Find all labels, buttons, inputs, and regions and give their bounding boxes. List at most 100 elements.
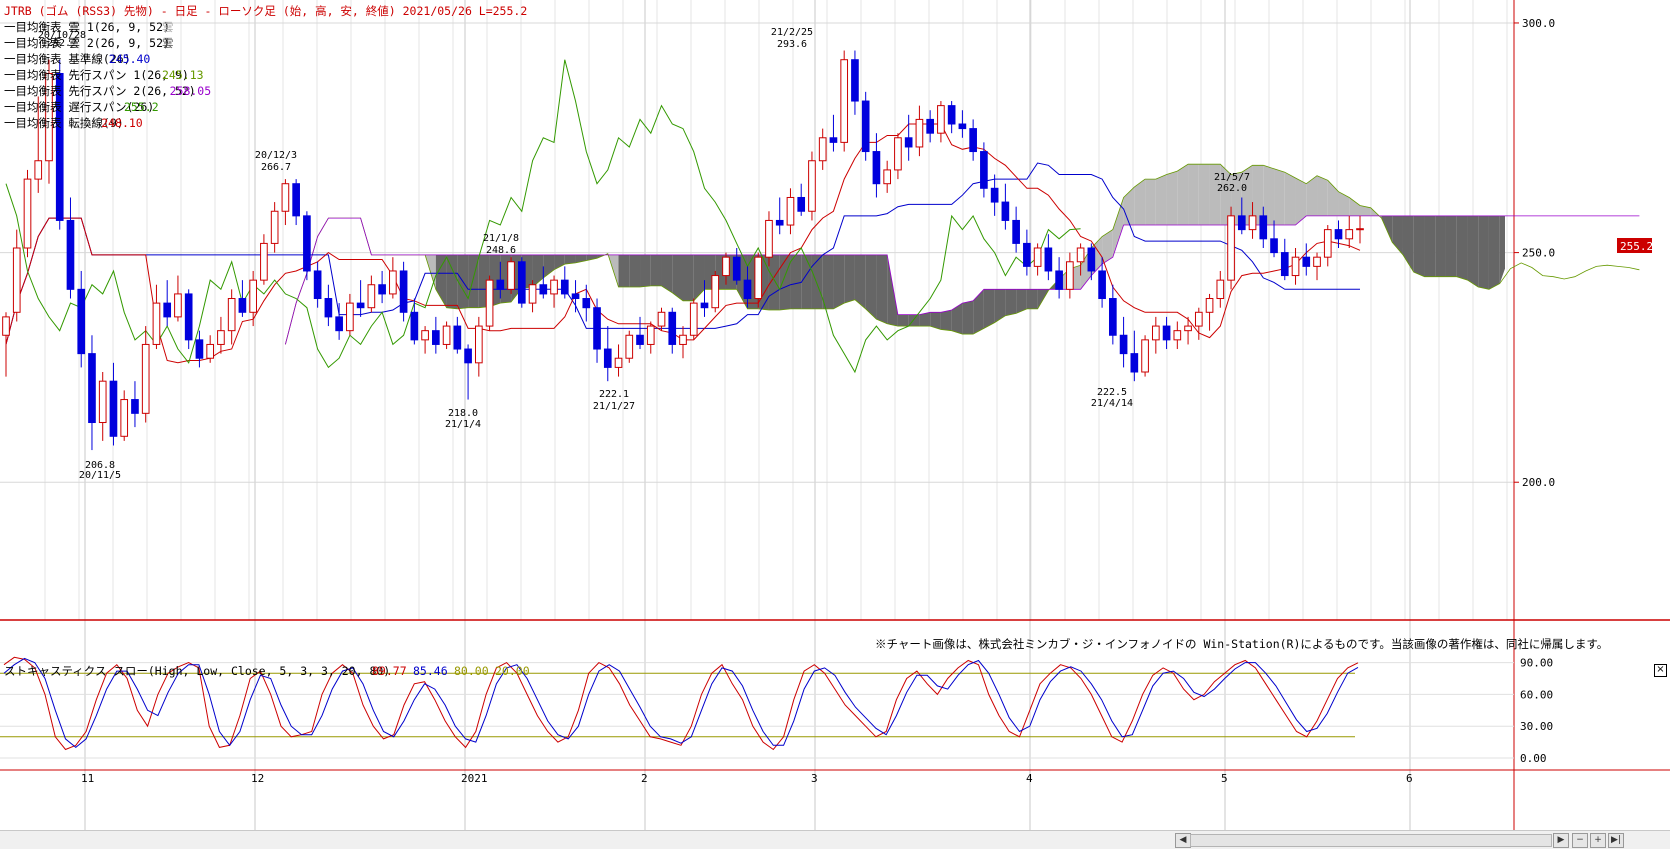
annotation-label: 293.6 (777, 39, 807, 50)
legend-item-value: 258.05 (170, 84, 212, 98)
candle-down (399, 270, 408, 313)
cloud-segment-bullish (1166, 171, 1178, 226)
candle-down (636, 334, 644, 345)
annotation-label: 20/11/5 (79, 470, 121, 481)
stochastic-close-button[interactable]: × (1654, 664, 1667, 677)
annotation-label: 20/12/3 (255, 150, 297, 161)
candle-down (66, 219, 75, 290)
candle-up (1194, 311, 1203, 327)
time-tick-label: 2021 (461, 772, 488, 785)
candle-down (775, 219, 784, 226)
candle-down (700, 302, 709, 309)
candle-down (926, 118, 934, 134)
candle-up (840, 59, 849, 143)
annotation-label: 218.0 (448, 408, 478, 419)
stochastic-label: ストキャスティクス スロー(High, Low, Close, 5, 3, 3,… (4, 664, 390, 678)
zoom-out-icon[interactable]: − (1572, 833, 1588, 848)
candle-down (593, 307, 601, 350)
legend-item-value: 248.10 (101, 116, 143, 130)
candle-up (34, 160, 43, 180)
candle-down (1280, 252, 1289, 277)
scroll-left-icon[interactable]: ◀ (1175, 833, 1191, 848)
annotation-label: 21/5/7 (1214, 172, 1250, 183)
candle-down (1130, 353, 1139, 373)
candle-down (958, 123, 967, 130)
candle-up (657, 311, 666, 327)
scroll-right-icon[interactable]: ▶ (1553, 833, 1569, 848)
cloud-segment-bearish (897, 314, 909, 327)
legend-item-label: 一目均衡表 雲 2(26, 9, 52) (4, 36, 170, 50)
candle-down (743, 279, 752, 300)
scroll-end-icon[interactable]: ▶| (1608, 833, 1624, 848)
cloud-segment-bearish (790, 254, 802, 309)
cloud-segment-bearish (779, 254, 791, 310)
cloud-segment-bearish (1456, 215, 1468, 281)
candle-down (464, 348, 472, 364)
legend-item-value: 雲 (162, 20, 174, 34)
stochastic-lower-value: 20.00 (495, 664, 530, 678)
candle-down (1162, 325, 1171, 341)
cloud-segment-bearish (1445, 215, 1457, 277)
candle-down (1055, 270, 1063, 290)
candle-down (335, 316, 343, 332)
candle-down (313, 270, 322, 300)
candle-up (507, 261, 515, 290)
candle-up (23, 178, 32, 249)
candle-down (195, 339, 204, 359)
candle-up (120, 399, 129, 437)
cloud-segment-bearish (811, 254, 823, 309)
candle-down (603, 348, 612, 368)
cloud-segment-bullish (1177, 164, 1189, 226)
chart-canvas: 20/10/28292.?206.820/11/520/12/3266.7218… (0, 0, 1670, 848)
annotation-label: 21/1/27 (593, 401, 635, 412)
candle-up (367, 284, 376, 309)
zoom-in-icon[interactable]: + (1590, 833, 1606, 848)
annotation-label: 248.6 (486, 245, 516, 256)
annotation-label: 21/1/4 (445, 419, 481, 430)
time-tick-label: 2 (641, 772, 648, 785)
candle-up (689, 302, 698, 336)
horizontal-scrollbar[interactable]: ◀ ▶ − + ▶| (0, 830, 1670, 849)
candle-up (754, 256, 763, 300)
stochastic-upper-value: 80.00 (454, 664, 489, 678)
candle-down (238, 298, 247, 313)
candle-down (453, 325, 462, 350)
candle-down (378, 284, 386, 295)
cloud-segment-bearish (940, 310, 952, 331)
candle-up (894, 137, 902, 171)
chart-title: JTRB (ゴム (RSS3) 先物) - 日足 - ローソク足 (始, 高, … (4, 4, 527, 18)
candle-down (851, 59, 859, 102)
candle-up (614, 357, 623, 368)
candle-up (421, 330, 429, 341)
stochastic-tick-label: 0.00 (1520, 752, 1547, 765)
candle-up (1248, 215, 1257, 231)
last-price-tag: 255.2 (1617, 238, 1653, 253)
candle-down (77, 288, 86, 355)
candle-down (668, 311, 677, 345)
candle-down (324, 298, 333, 318)
candle-down (1334, 229, 1343, 240)
candle-up (141, 343, 150, 414)
price-tick-label: 250.0 (1522, 247, 1555, 260)
cloud-segment-bullish (1198, 164, 1210, 226)
scroll-track[interactable] (1190, 834, 1552, 847)
candle-up (550, 279, 558, 295)
candle-down (1012, 219, 1020, 244)
candle-up (1227, 215, 1235, 281)
candle-down (1098, 270, 1106, 300)
chart-background (0, 0, 1670, 848)
cloud-segment-bearish (683, 254, 694, 301)
stochastic-k-value: 89.77 (372, 664, 407, 678)
legend-item-value: 255.2 (124, 100, 159, 114)
candle-up (711, 275, 720, 309)
candle-up (528, 284, 537, 304)
candle-down (1270, 238, 1278, 254)
candle-down (872, 151, 881, 185)
candle-down (432, 330, 440, 345)
candle-down (1001, 201, 1010, 221)
candle-up (227, 298, 236, 332)
cloud-segment-bearish (629, 254, 641, 288)
time-tick-label: 4 (1026, 772, 1033, 785)
stochastic-tick-label: 90.00 (1520, 657, 1553, 670)
stochastic-tick-label: 60.00 (1520, 688, 1553, 701)
